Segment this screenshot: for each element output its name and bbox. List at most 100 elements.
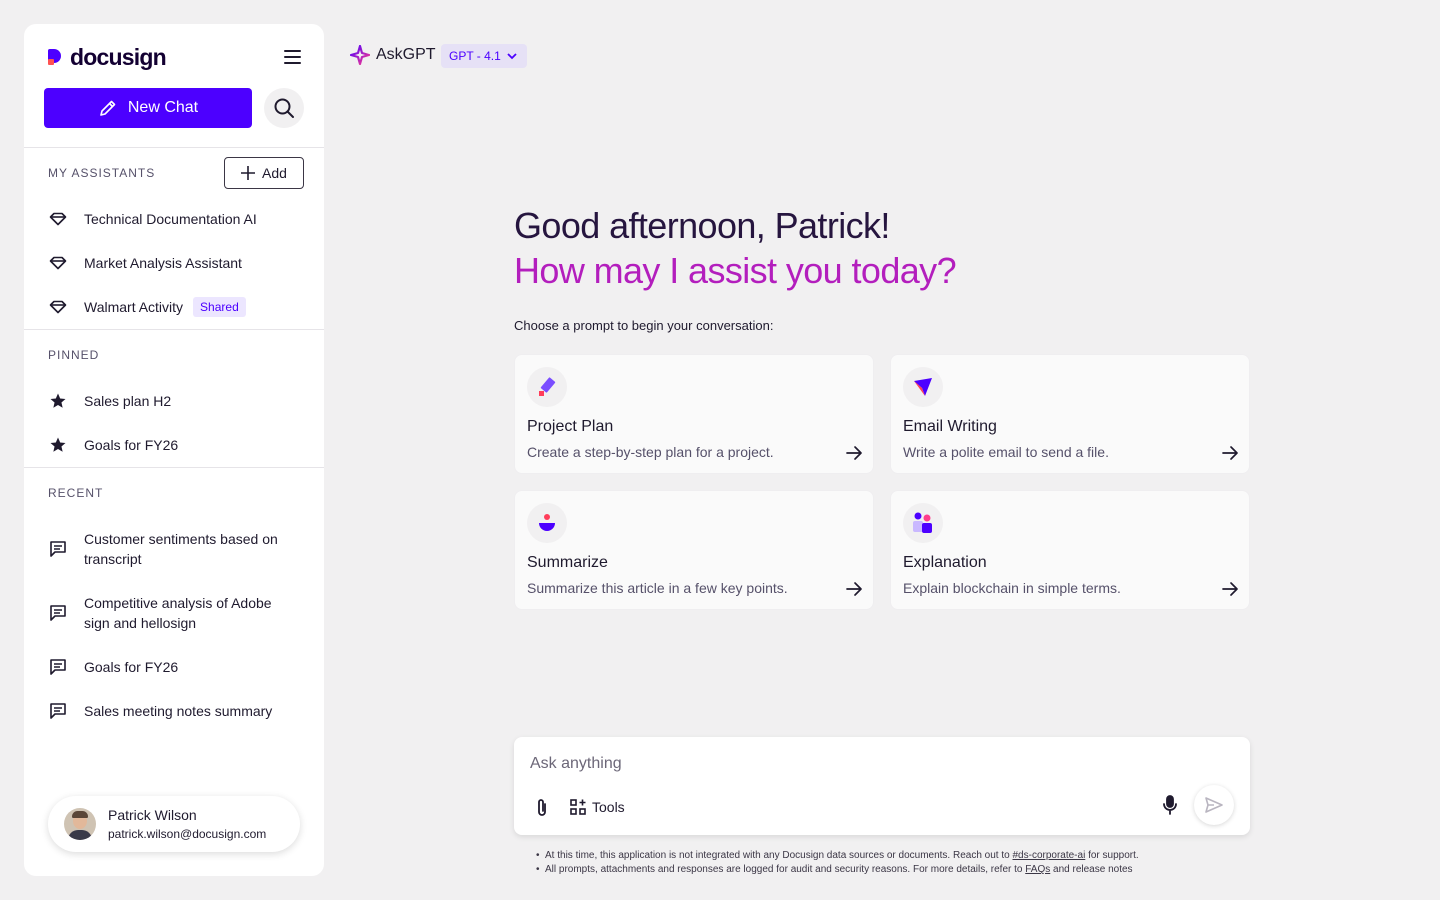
add-assistant-button[interactable]: Add [224, 157, 304, 189]
card-title: Explanation [903, 554, 987, 571]
sidebar: docusign New Chat MY ASSISTANTS Add Tech… [24, 24, 324, 876]
prompt-card-explanation[interactable]: Explanation Explain blockchain in simple… [890, 490, 1250, 610]
logo-mark-icon [48, 48, 66, 67]
assist-subheading: How may I assist you today? [514, 250, 957, 291]
gem-icon [48, 209, 68, 229]
my-assistants-heading: MY ASSISTANTS [48, 166, 156, 180]
assistant-label: Walmart Activity [84, 299, 184, 315]
recent-label: Goals for FY26 [84, 659, 179, 675]
greeting-heading: Good afternoon, Patrick! [514, 205, 890, 246]
note-text: and release notes [1050, 864, 1133, 875]
pinned-label: Goals for FY26 [84, 437, 179, 453]
logo-text: docusign [70, 44, 167, 70]
card-description: Explain blockchain in simple terms. [903, 580, 1121, 596]
chevron-down-icon [507, 52, 517, 59]
model-selector[interactable]: GPT - 4.1 [441, 44, 527, 68]
prompt-card-summarize[interactable]: Summarize Summarize this article in a fe… [514, 490, 874, 610]
new-chat-label: New Chat [127, 99, 199, 116]
arrow-right-icon [1222, 446, 1238, 460]
chat-icon [48, 657, 68, 677]
card-description: Write a polite email to send a file. [903, 444, 1109, 460]
gem-icon [48, 253, 68, 273]
app-name: AskGPT [376, 46, 436, 63]
recent-label: Customer sentiments based on transcript [84, 529, 278, 569]
pinned-item-goals-fy26[interactable]: Goals for FY26 [48, 435, 304, 455]
tools-label: Tools [592, 799, 625, 815]
recent-heading: RECENT [48, 486, 104, 500]
recent-item-sales-meeting-notes[interactable]: Sales meeting notes summary [48, 701, 304, 721]
divider [24, 329, 324, 330]
tools-button[interactable]: Tools [570, 799, 625, 815]
pencil-icon [100, 100, 116, 116]
card-title: Email Writing [903, 418, 997, 435]
card-title: Summarize [527, 554, 608, 571]
send-button[interactable] [1194, 785, 1234, 825]
pinned-heading: PINNED [48, 348, 100, 362]
new-chat-button[interactable]: New Chat [44, 88, 252, 128]
divider [24, 147, 324, 148]
user-name: Patrick Wilson [108, 807, 197, 823]
assistant-item-market-analysis[interactable]: Market Analysis Assistant [48, 253, 304, 273]
search-button[interactable] [264, 88, 304, 128]
askgpt-title: AskGPT [350, 45, 436, 65]
recent-label-line: Customer sentiments based on [84, 531, 278, 547]
recent-label-line: transcript [84, 551, 142, 567]
chat-input[interactable]: Ask anything [530, 755, 622, 773]
arrow-right-icon [846, 446, 862, 460]
pen-icon [527, 367, 567, 407]
chat-icon [48, 539, 68, 559]
note-text: All prompts, attachments and responses a… [545, 864, 1026, 875]
chat-icon [48, 701, 68, 721]
recent-label: Competitive analysis of Adobe sign and he… [84, 593, 272, 633]
chat-composer: Ask anything Tools [514, 737, 1250, 835]
recent-label-line: Competitive analysis of Adobe [84, 595, 272, 611]
tools-grid-icon [570, 799, 586, 815]
recent-item-competitive-analysis[interactable]: Competitive analysis of Adobe sign and he… [48, 593, 304, 633]
paperclip-icon[interactable] [532, 797, 552, 819]
microphone-icon[interactable] [1160, 794, 1180, 816]
sparkle-icon [350, 45, 370, 65]
support-channel-link[interactable]: #ds-corporate-ai [1012, 850, 1085, 861]
prompt-card-email-writing[interactable]: Email Writing Write a polite email to se… [890, 354, 1250, 474]
pinned-item-sales-plan[interactable]: Sales plan H2 [48, 391, 304, 411]
gem-icon [48, 297, 68, 317]
disclaimer-notes: At this time, this application is not in… [536, 849, 1139, 877]
faqs-link[interactable]: FAQs [1025, 864, 1050, 875]
recent-label-line: sign and hellosign [84, 615, 197, 631]
search-icon [274, 98, 294, 118]
recent-item-goals-fy26[interactable]: Goals for FY26 [48, 657, 304, 677]
note-text: for support. [1085, 850, 1139, 861]
summary-icon [527, 503, 567, 543]
add-label: Add [262, 165, 287, 181]
card-description: Summarize this article in a few key poin… [527, 580, 788, 596]
assistant-item-technical-documentation[interactable]: Technical Documentation AI [48, 209, 304, 229]
assistant-label: Market Analysis Assistant [84, 255, 242, 271]
note-text: At this time, this application is not in… [545, 850, 1013, 861]
choose-prompt-label: Choose a prompt to begin your conversati… [514, 318, 774, 333]
arrow-right-icon [846, 582, 862, 596]
recent-item-customer-sentiments[interactable]: Customer sentiments based on transcript [48, 529, 304, 569]
model-label: GPT - 4.1 [449, 49, 501, 63]
assistant-label: Technical Documentation AI [84, 211, 257, 227]
pinned-label: Sales plan H2 [84, 393, 172, 409]
recent-label: Sales meeting notes summary [84, 703, 273, 719]
chat-icon [48, 603, 68, 623]
paper-plane-icon [903, 367, 943, 407]
card-description: Create a step-by-step plan for a project… [527, 444, 774, 460]
star-icon [48, 391, 68, 411]
disclaimer-line: At this time, this application is not in… [536, 849, 1139, 863]
user-email: patrick.wilson@docusign.com [108, 827, 267, 841]
user-profile-card[interactable]: Patrick Wilson patrick.wilson@docusign.c… [48, 796, 300, 852]
arrow-right-icon [1222, 582, 1238, 596]
prompt-card-project-plan[interactable]: Project Plan Create a step-by-step plan … [514, 354, 874, 474]
divider [24, 467, 324, 468]
assistant-item-walmart-activity[interactable]: Walmart Activity Shared [48, 297, 304, 317]
shared-badge: Shared [193, 297, 246, 317]
disclaimer-line: All prompts, attachments and responses a… [536, 863, 1139, 877]
user-info: Patrick Wilson patrick.wilson@docusign.c… [108, 805, 266, 843]
people-icon [903, 503, 943, 543]
avatar [64, 808, 96, 840]
send-icon [1205, 797, 1223, 813]
menu-icon[interactable] [280, 46, 304, 68]
docusign-logo[interactable]: docusign [48, 44, 167, 71]
